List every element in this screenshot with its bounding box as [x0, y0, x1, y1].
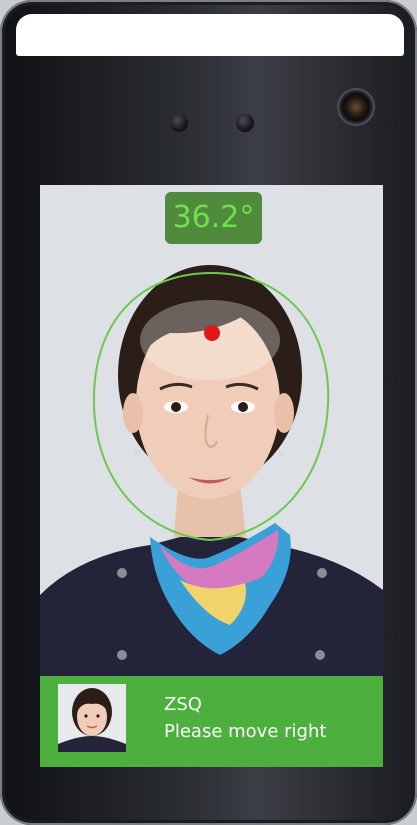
camera-preview-screen: 36.2° ZSQ Please move right [40, 185, 383, 767]
face-recognition-terminal: 36.2° ZSQ Please move right [0, 0, 417, 825]
matched-face-thumbnail [58, 684, 126, 752]
top-light-strip [16, 14, 404, 56]
camera-lens-icon [339, 90, 373, 124]
recognition-result-bar: ZSQ Please move right [40, 676, 383, 767]
ir-sensor-icon [170, 114, 188, 132]
light-sensor-icon [236, 114, 254, 132]
temperature-badge: 36.2° [165, 192, 262, 244]
recognized-name: ZSQ [164, 694, 202, 715]
red-dot-icon [204, 325, 220, 341]
guidance-message: Please move right [164, 721, 327, 742]
live-camera-view [40, 185, 383, 676]
